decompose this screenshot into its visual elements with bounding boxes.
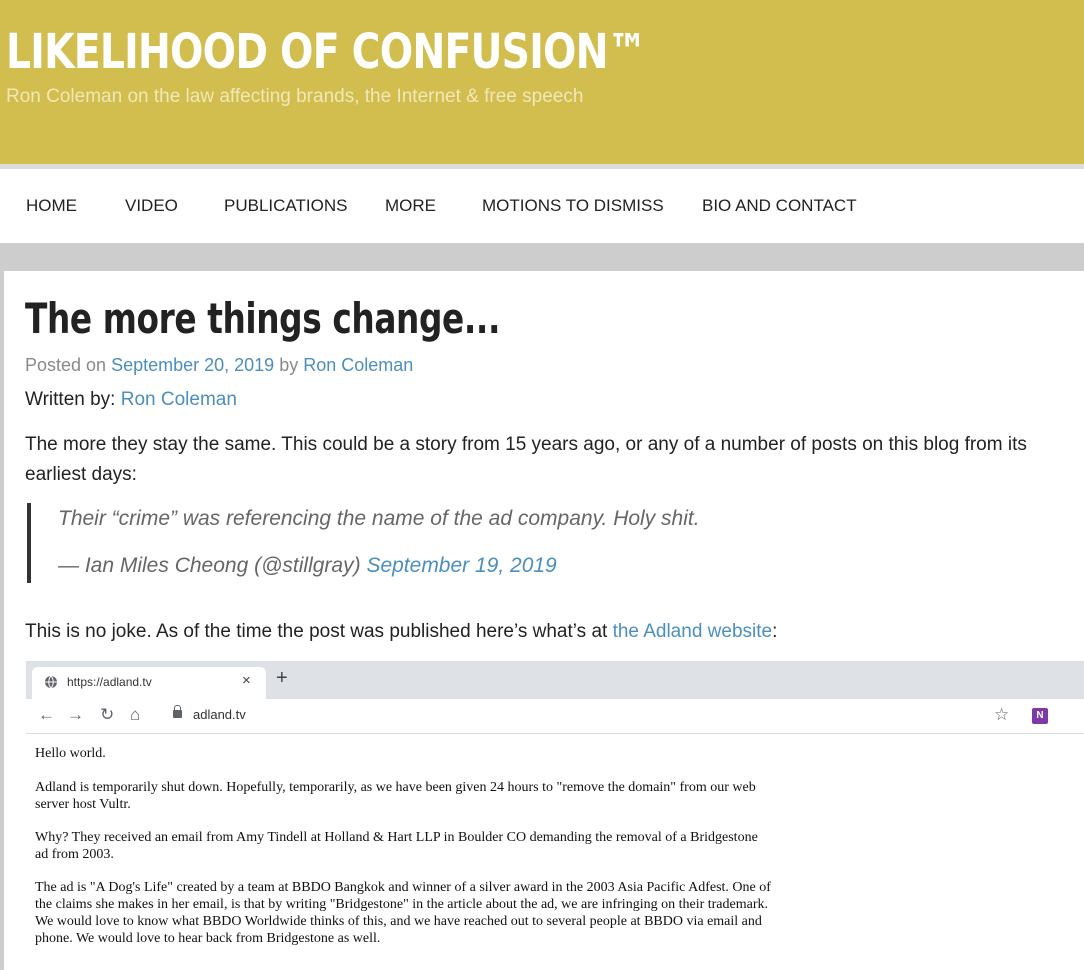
nav-divider bbox=[0, 243, 1084, 271]
close-icon[interactable]: × bbox=[242, 672, 251, 689]
nav-item-home[interactable]: HOME bbox=[26, 196, 77, 216]
nav-item-more[interactable]: MORE bbox=[385, 196, 436, 216]
blockquote-cite: — Ian Miles Cheong (@stillgray) Septembe… bbox=[58, 554, 557, 578]
star-icon[interactable]: ☆ bbox=[994, 705, 1009, 725]
embedded-page-content: Hello world. Adland is temporarily shut … bbox=[26, 735, 1084, 970]
browser-tab-bar: https://adland.tv × + bbox=[26, 661, 1084, 699]
paragraph-suffix: : bbox=[772, 621, 778, 642]
nav-item-bio-and-contact[interactable]: BIO AND CONTACT bbox=[702, 196, 857, 216]
page-line: server host Vultr. bbox=[35, 797, 131, 812]
page-line: The ad is "A Dog's Life" created by a te… bbox=[35, 880, 771, 895]
new-tab-icon[interactable]: + bbox=[276, 667, 288, 690]
blockquote-bar bbox=[27, 503, 31, 583]
reload-icon[interactable]: ↻ bbox=[100, 705, 114, 725]
written-by-author-link[interactable]: Ron Coleman bbox=[121, 389, 237, 410]
page-line: Hello world. bbox=[35, 746, 106, 761]
lock-icon bbox=[173, 705, 182, 718]
page-line: the claims she makes in her email, is th… bbox=[35, 897, 768, 912]
adland-website-link[interactable]: the Adland website bbox=[613, 621, 773, 642]
page-line: Adland is temporarily shut down. Hopeful… bbox=[35, 780, 756, 795]
page-line: We would love to know what BBDO Worldwid… bbox=[35, 914, 762, 929]
nav-item-video[interactable]: VIDEO bbox=[125, 196, 178, 216]
paragraph-text: This is no joke. As of the time the post… bbox=[25, 621, 608, 642]
nav-item-publications[interactable]: PUBLICATIONS bbox=[224, 196, 347, 216]
post-author-link[interactable]: Ron Coleman bbox=[303, 355, 413, 375]
written-by: Written by: Ron Coleman bbox=[25, 389, 237, 411]
browser-toolbar: ← → ↻ ⌂ adland.tv ☆ N bbox=[26, 699, 1084, 734]
forward-icon[interactable]: → bbox=[67, 705, 84, 725]
page-line: phone. We would love to hear back from B… bbox=[35, 931, 381, 946]
posted-on-label: Posted on bbox=[25, 355, 107, 375]
site-header: LIKELIHOOD OF CONFUSION™ Ron Coleman on … bbox=[0, 0, 1084, 164]
main-nav: HOME VIDEO PUBLICATIONS MORE MOTIONS TO … bbox=[0, 169, 1084, 243]
onenote-icon[interactable]: N bbox=[1032, 708, 1048, 724]
site-title[interactable]: LIKELIHOOD OF CONFUSION™ bbox=[6, 24, 647, 80]
nav-item-motions-to-dismiss[interactable]: MOTIONS TO DISMISS bbox=[482, 196, 664, 216]
back-icon[interactable]: ← bbox=[38, 705, 55, 725]
written-by-label: Written by: bbox=[25, 389, 116, 410]
post-intro: The more they stay the same. This could … bbox=[25, 434, 1027, 485]
blockquote-author: — Ian Miles Cheong (@stillgray) bbox=[58, 554, 361, 577]
post-meta: Posted on September 20, 2019 by Ron Cole… bbox=[25, 355, 413, 376]
address-bar[interactable]: adland.tv bbox=[193, 707, 246, 722]
tab-title: https://adland.tv bbox=[67, 675, 152, 689]
by-label: by bbox=[279, 355, 299, 375]
post-title: The more things change... bbox=[25, 294, 501, 343]
site-tagline: Ron Coleman on the law affecting brands,… bbox=[6, 86, 584, 107]
globe-icon bbox=[45, 675, 57, 689]
page-line: ad from 2003. bbox=[35, 847, 114, 862]
home-icon[interactable]: ⌂ bbox=[130, 705, 140, 725]
blockquote-date-link[interactable]: September 19, 2019 bbox=[366, 554, 556, 577]
page-line: Why? They received an email from Amy Tin… bbox=[35, 830, 758, 845]
browser-tab[interactable]: https://adland.tv × bbox=[32, 667, 266, 699]
blockquote-text: Their “crime” was referencing the name o… bbox=[58, 507, 700, 530]
post-paragraph: This is no joke. As of the time the post… bbox=[25, 617, 777, 647]
embedded-browser-screenshot: https://adland.tv × + ← → ↻ ⌂ adland.tv … bbox=[26, 661, 1084, 970]
post-date-link[interactable]: September 20, 2019 bbox=[111, 355, 274, 375]
